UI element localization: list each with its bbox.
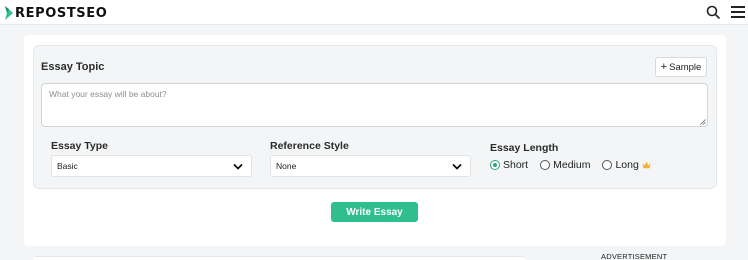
- length-option-label: Short: [503, 159, 529, 171]
- chevron-down-icon: [452, 164, 462, 170]
- sample-button[interactable]: + Sample: [655, 57, 707, 77]
- essay-topic-label: Essay Topic: [41, 61, 105, 73]
- hamburger-menu-icon[interactable]: [731, 6, 745, 18]
- essay-type-value: Basic: [57, 161, 78, 171]
- advertisement-label: ADVERTISEMENT: [601, 252, 668, 260]
- top-navbar: REPOSTSEO: [0, 0, 748, 25]
- essay-type-select[interactable]: Basic: [51, 155, 252, 177]
- essay-length-label: Essay Length: [490, 142, 559, 154]
- length-option-long[interactable]: Long: [602, 159, 651, 171]
- radio-unselected-icon: [602, 160, 613, 170]
- essay-length-options: Short Medium Long: [490, 159, 663, 171]
- reference-style-label: Reference Style: [270, 140, 349, 152]
- logo-mark-icon: [5, 6, 13, 20]
- plus-icon: +: [660, 61, 668, 73]
- resize-grip-icon[interactable]: [700, 119, 706, 125]
- brand-name: REPOSTSEO: [15, 5, 108, 21]
- reference-style-value: None: [276, 161, 297, 171]
- length-option-short[interactable]: Short: [490, 159, 528, 171]
- sample-button-label: Sample: [669, 61, 702, 73]
- brand-logo[interactable]: REPOSTSEO: [4, 3, 107, 23]
- length-option-label: Medium: [553, 159, 591, 171]
- essay-topic-input[interactable]: [41, 83, 708, 127]
- essay-type-label: Essay Type: [51, 140, 109, 152]
- chevron-down-icon: [233, 164, 243, 170]
- write-essay-button[interactable]: Write Essay: [331, 202, 418, 222]
- crown-icon: [642, 161, 651, 169]
- length-option-label: Long: [615, 159, 639, 171]
- radio-unselected-icon: [540, 160, 551, 170]
- radio-selected-icon: [490, 160, 500, 170]
- reference-style-select[interactable]: None: [270, 155, 471, 177]
- next-section-card: [33, 256, 525, 260]
- search-icon[interactable]: [706, 5, 720, 19]
- length-option-medium[interactable]: Medium: [540, 159, 590, 171]
